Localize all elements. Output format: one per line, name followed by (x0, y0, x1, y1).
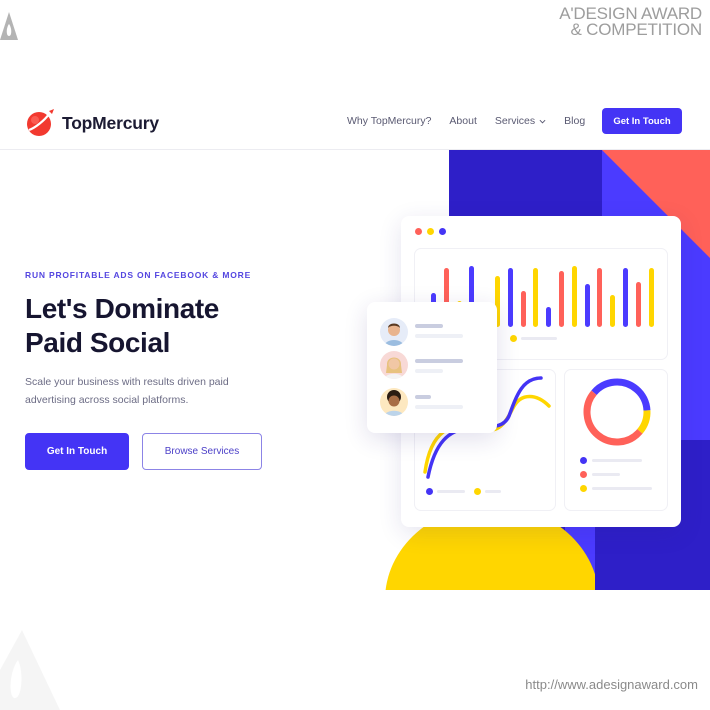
line-chart (423, 376, 551, 479)
bar-blue (507, 268, 513, 327)
legend-line (592, 459, 642, 462)
legend-line (485, 490, 501, 493)
window-dot-blue (439, 228, 446, 235)
legend-dot-coral (580, 471, 587, 478)
hero-title-line2: Paid Social (25, 327, 170, 358)
donut-segment-coral (583, 378, 651, 446)
bg-block-light-blue (602, 150, 710, 440)
bg-triangle-coral (602, 150, 710, 258)
browse-services-button[interactable]: Browse Services (142, 433, 262, 470)
placeholder-line (415, 405, 463, 409)
window-dot-red (415, 228, 422, 235)
hero-title-line1: Let's Dominate (25, 293, 219, 324)
bar-blue (623, 268, 628, 327)
legend-line (437, 490, 465, 493)
window-dots (415, 228, 446, 235)
bar-blue (546, 307, 552, 327)
bar-yellow (610, 295, 616, 327)
legend-line (521, 337, 557, 340)
award-title-line2: & COMPETITION (570, 20, 702, 39)
nav-about[interactable]: About (449, 115, 476, 127)
bar-chart-panel (414, 248, 668, 360)
bar-blue (431, 293, 436, 327)
bar-yellow (533, 268, 539, 327)
header-get-in-touch-button[interactable]: Get In Touch (602, 108, 682, 134)
adesign-award-watermark-icon (0, 630, 60, 710)
hero-eyebrow: RUN PROFITABLE ADS ON FACEBOOK & MORE (25, 270, 252, 280)
legend-line (592, 487, 652, 490)
placeholder-line (415, 395, 431, 399)
line-series-yellow (423, 394, 551, 474)
main-nav: Why TopMercury? About Services Blog (347, 115, 603, 127)
avatar-woman-icon (380, 351, 408, 379)
legend-dot-yellow (474, 488, 481, 495)
bg-block-dark-blue (449, 150, 710, 590)
avatar-man-icon (380, 318, 408, 346)
placeholder-line (415, 359, 463, 363)
adesign-award-logo-icon (0, 12, 18, 40)
bar-coral (520, 291, 526, 327)
bar-blue (584, 284, 590, 327)
nav-blog[interactable]: Blog (564, 115, 585, 127)
donut-chart (583, 378, 651, 446)
legend-dot-yellow (580, 485, 587, 492)
bar-coral (482, 305, 488, 327)
site-header: TopMercury Why TopMercury? About Service… (0, 96, 710, 150)
window-dot-yellow (427, 228, 434, 235)
bar-coral (635, 282, 641, 327)
nav-why-topmercury[interactable]: Why TopMercury? (347, 115, 431, 127)
placeholder-line (415, 334, 463, 338)
nav-services[interactable]: Services (495, 115, 546, 127)
bar-yellow (571, 266, 577, 327)
nav-label: Why TopMercury? (347, 115, 432, 127)
award-url[interactable]: http://www.adesignaward.com (525, 677, 698, 692)
people-card (367, 302, 497, 433)
brand-name: TopMercury (62, 112, 159, 133)
bar-coral (443, 268, 449, 327)
nav-label: About (449, 115, 477, 127)
legend-dot-yellow (510, 335, 517, 342)
planet-rocket-icon (27, 109, 54, 136)
dashboard-card (401, 216, 681, 527)
bar-yellow (495, 276, 500, 327)
bar-coral (597, 268, 603, 327)
bar-yellow (456, 301, 462, 327)
yellow-circle (385, 525, 595, 590)
hero-title: Let's Dominate Paid Social (25, 292, 219, 360)
award-title: A'DESIGN AWARD & COMPETITION (559, 5, 702, 39)
placeholder-line (415, 369, 443, 373)
bg-strip-blue (565, 525, 595, 590)
donut-chart-panel (564, 369, 668, 511)
line-chart-panel (414, 369, 556, 511)
donut-segment-blue (583, 378, 651, 446)
avatar-man-curly-icon (380, 388, 408, 416)
chevron-down-icon (539, 119, 546, 123)
line-series-blue (426, 376, 543, 479)
legend-dot-blue (580, 457, 587, 464)
nav-label: Services (494, 115, 536, 127)
legend-line (592, 473, 620, 476)
bg-semicircle-yellow (385, 525, 595, 590)
bar-blue (469, 266, 475, 327)
nav-label: Blog (564, 115, 586, 127)
legend-dot-blue (426, 488, 433, 495)
get-in-touch-button[interactable]: Get In Touch (25, 433, 129, 470)
bar-yellow (648, 268, 654, 327)
brand-logo[interactable]: TopMercury (25, 108, 159, 138)
donut-segment-yellow (583, 378, 651, 446)
hero-subtitle: Scale your business with results driven … (25, 376, 229, 406)
bar-coral (559, 271, 564, 327)
placeholder-line (415, 324, 443, 328)
